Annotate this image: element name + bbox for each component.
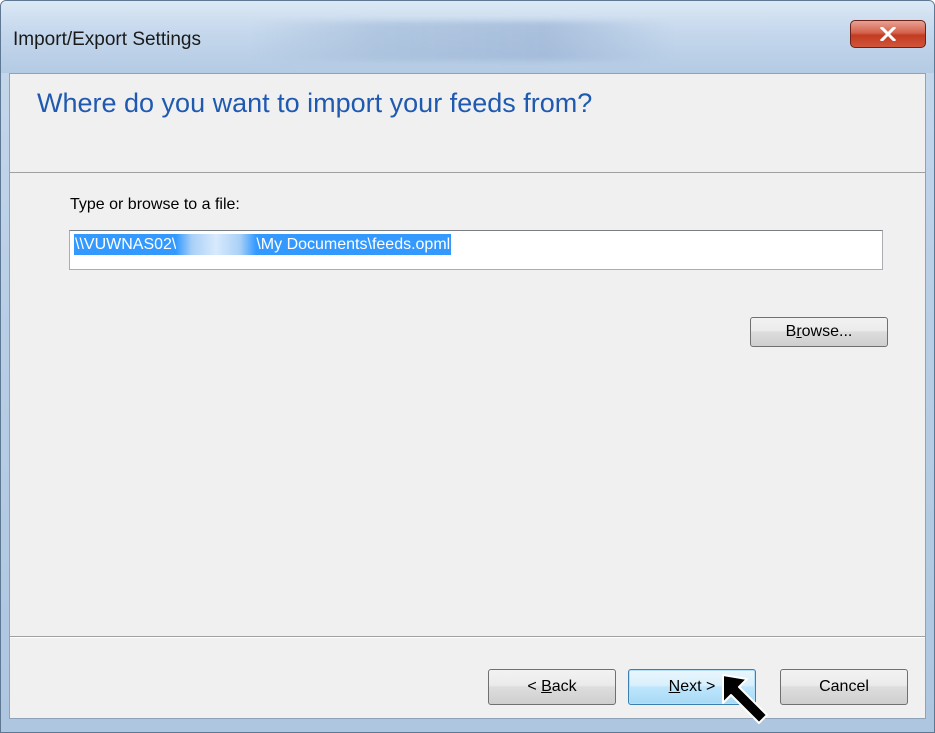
browse-label-pre: B (785, 323, 797, 340)
next-label-accel: N (668, 678, 681, 695)
browse-button[interactable]: Br owse... (750, 317, 888, 347)
path-prefix: \\VUWNAS02\ (75, 235, 177, 253)
file-path-input[interactable]: \\VUWNAS02\ \My Documents\feeds.opml (69, 230, 883, 270)
file-path-label: Type or browse to a file: (70, 196, 240, 213)
page-heading: Where do you want to import your feeds f… (37, 88, 593, 118)
back-button[interactable]: < Back (488, 669, 616, 705)
back-label-accel: B (541, 678, 552, 695)
selected-path-text: \\VUWNAS02\ \My Documents\feeds.opml (74, 234, 452, 255)
path-suffix: \My Documents\feeds.opml (256, 235, 451, 253)
dialog-content: Where do you want to import your feeds f… (9, 73, 926, 719)
back-label-post: ack (551, 678, 577, 695)
footer-divider (10, 636, 925, 638)
window-title: Import/Export Settings (13, 29, 201, 50)
close-button[interactable] (850, 20, 926, 48)
redacted-username (176, 234, 257, 255)
back-label-pre: < (527, 678, 542, 695)
cancel-button[interactable]: Cancel (780, 669, 908, 705)
next-button[interactable]: Next > (628, 669, 756, 705)
next-label-post: ext > (680, 678, 716, 695)
dialog-window: Import/Export Settings Where do you want… (0, 0, 935, 733)
title-bar-background-blur (251, 21, 671, 61)
browse-label-post: owse... (801, 323, 853, 340)
title-bar[interactable]: Import/Export Settings (1, 1, 934, 73)
close-icon (880, 27, 896, 41)
wizard-header: Where do you want to import your feeds f… (10, 74, 925, 173)
